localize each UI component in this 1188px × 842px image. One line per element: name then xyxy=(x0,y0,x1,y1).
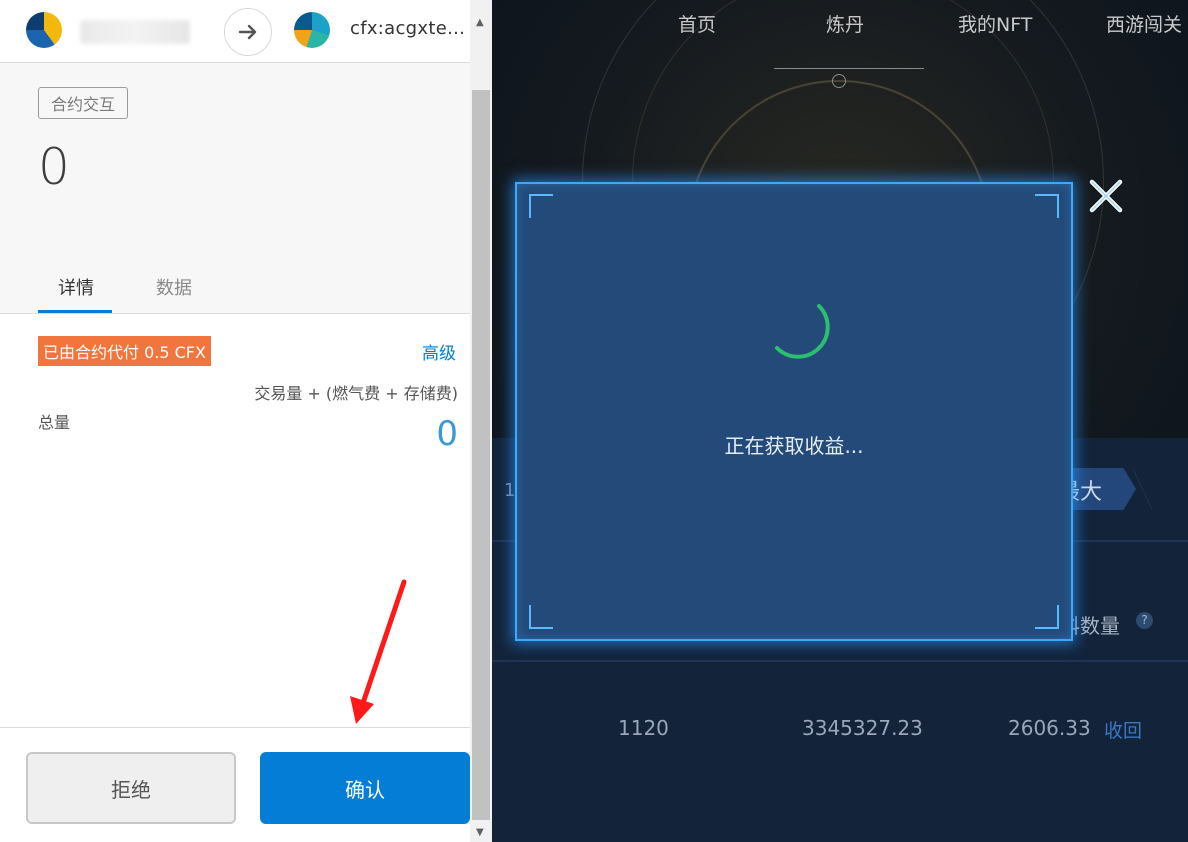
tab-data[interactable]: 数据 xyxy=(156,274,192,300)
reclaim-link[interactable]: 收回 xyxy=(1104,716,1142,743)
contract-interaction-tag: 合约交互 xyxy=(38,87,129,119)
recipient-account-avatar xyxy=(294,12,330,48)
nav-my-nft[interactable]: 我的NFT xyxy=(958,10,1032,37)
nav-active-dot xyxy=(832,74,846,88)
sender-account-name-redacted xyxy=(80,20,190,44)
spinner-icon xyxy=(775,304,830,359)
recipient-address[interactable]: cfx:acgxte... xyxy=(350,18,465,39)
nav-journey-west[interactable]: 西游闯关 xyxy=(1106,10,1182,37)
tab-details[interactable]: 详情 xyxy=(58,274,94,300)
help-icon[interactable]: ? xyxy=(1136,612,1153,629)
table-cell-value: 3345327.23 xyxy=(802,716,923,740)
fee-description: 交易量 + (燃气费 + 存储费) xyxy=(254,384,458,403)
wallet-header: cfx:acgxte... xyxy=(0,0,470,63)
close-icon[interactable] xyxy=(1086,176,1126,216)
sponsor-badge: 已由合约代付 0.5 CFX xyxy=(38,336,211,366)
scroll-up-icon[interactable]: ▲ xyxy=(476,18,486,28)
loading-message: 正在获取收益... xyxy=(724,434,864,458)
sender-account-avatar[interactable] xyxy=(26,12,62,48)
nav-alchemy[interactable]: 炼丹 xyxy=(826,10,864,37)
table-cell-value: 2606.33 xyxy=(1008,716,1091,740)
modal-corner-ornament xyxy=(1035,194,1059,218)
transaction-amount: 0 xyxy=(38,138,70,196)
total-label: 总量 xyxy=(38,413,71,432)
nav-active-underline xyxy=(774,68,924,69)
row-divider xyxy=(492,660,1188,662)
scroll-down-icon[interactable]: ▼ xyxy=(476,828,486,838)
reject-button[interactable]: 拒绝 xyxy=(26,752,236,824)
arrow-right-icon xyxy=(224,8,272,56)
loading-modal: 正在获取收益... xyxy=(515,182,1073,641)
panel-left-number: 1 xyxy=(504,480,516,501)
scrollbar-thumb[interactable] xyxy=(472,90,490,820)
advanced-link[interactable]: 高级 xyxy=(422,339,456,364)
table-cell-value: 1120 xyxy=(618,716,669,740)
wallet-popup: cfx:acgxte... 合约交互 0 详情 数据 已由合约代付 0.5 CF… xyxy=(0,0,471,842)
nav-home[interactable]: 首页 xyxy=(678,10,716,37)
modal-corner-ornament xyxy=(529,194,553,218)
tab-divider xyxy=(0,313,470,314)
modal-corner-ornament xyxy=(1035,605,1059,629)
annotation-arrow-icon xyxy=(350,579,407,724)
footer-divider xyxy=(0,727,470,728)
total-value: 0 xyxy=(436,414,458,454)
confirm-button[interactable]: 确认 xyxy=(260,752,470,824)
modal-corner-ornament xyxy=(529,605,553,629)
